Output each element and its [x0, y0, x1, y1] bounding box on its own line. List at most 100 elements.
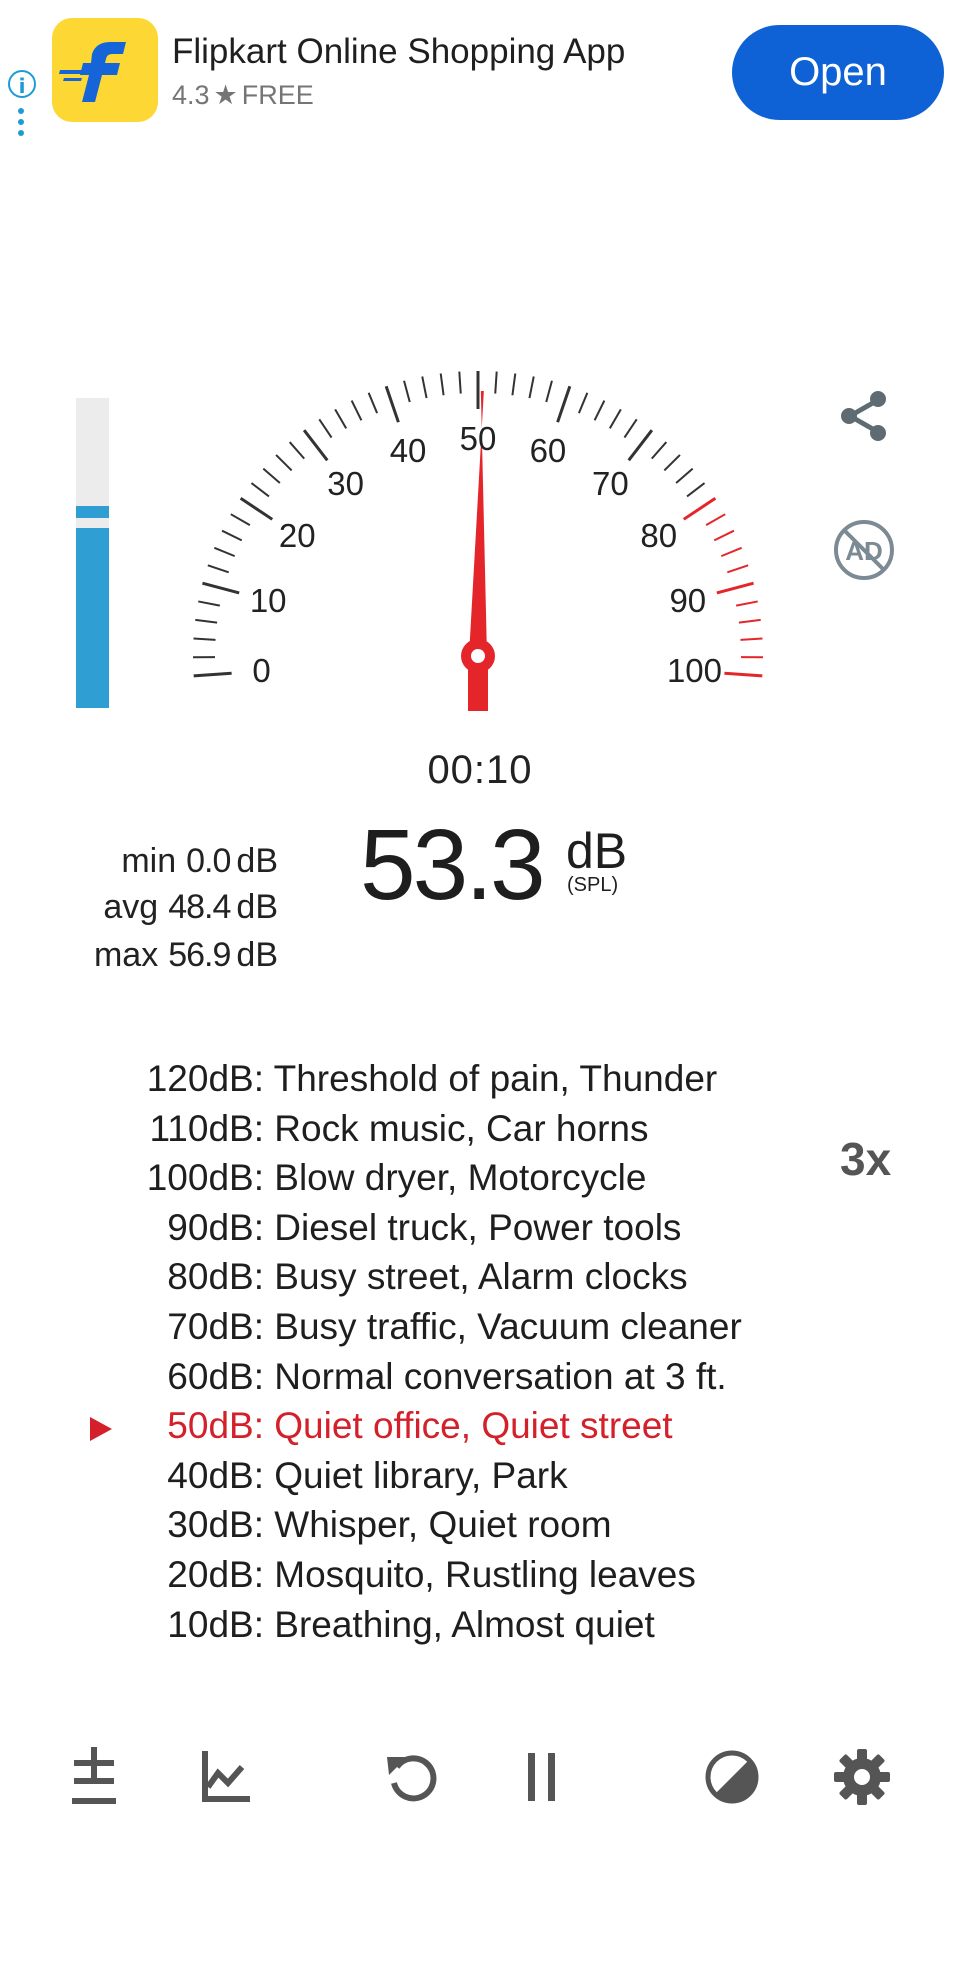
reference-row-level: 60dB:	[167, 1355, 264, 1397]
share-icon[interactable]	[836, 388, 892, 444]
gauge-minor-tick	[367, 392, 379, 414]
gauge-minor-tick	[545, 380, 553, 403]
reference-row-level: 30dB:	[167, 1504, 264, 1546]
plus-minus-icon[interactable]	[64, 1747, 124, 1807]
gauge-major-tick	[716, 581, 754, 595]
ad-menu-icon[interactable]	[18, 108, 26, 141]
reference-row: 20dB: Mosquito, Rustling leaves	[110, 1554, 696, 1596]
gauge-minor-tick	[663, 454, 681, 472]
gauge-label: 60	[529, 431, 567, 469]
gauge-minor-tick	[686, 482, 706, 498]
reference-row-level: 20dB:	[167, 1554, 264, 1595]
gauge-minor-tick	[350, 400, 363, 421]
pause-icon[interactable]	[512, 1747, 572, 1807]
sound-gauge: 0 10 20 30 40 50 60 70 80 90 100	[160, 340, 800, 740]
no-ads-icon[interactable]: AD	[832, 518, 896, 582]
settings-icon[interactable]	[832, 1747, 892, 1807]
gauge-major-tick	[384, 385, 400, 423]
stat-value: 48.4	[168, 888, 231, 926]
reference-row: 80dB: Busy street, Alarm clocks	[110, 1256, 688, 1298]
gauge-minor-tick	[230, 513, 251, 527]
gauge-label: 30	[327, 465, 364, 503]
gauge-minor-tick	[528, 376, 535, 399]
gauge-minor-tick	[195, 618, 218, 624]
elapsed-timer: 00:10	[427, 748, 533, 792]
gauge-major-tick	[193, 671, 232, 678]
reference-row-level: 70dB:	[167, 1306, 264, 1347]
gauge-minor-tick	[675, 467, 694, 484]
reference-row-description: Normal conversation at 3 ft.	[274, 1355, 727, 1397]
gauge-minor-tick	[250, 482, 270, 498]
speed-multiplier[interactable]: 3x	[840, 1132, 891, 1186]
gauge-minor-tick	[213, 546, 236, 558]
gauge-minor-tick	[421, 376, 428, 399]
reference-row-description: Quiet library, Park	[274, 1454, 568, 1496]
reference-row: 70dB: Busy traffic, Vacuum cleaner	[110, 1306, 742, 1348]
gauge-minor-tick	[720, 546, 743, 558]
stat-max: max 56.9 dB	[94, 936, 278, 975]
gauge-label: 10	[249, 581, 287, 619]
reference-row-description: Busy traffic, Vacuum cleaner	[274, 1306, 742, 1347]
current-level-value: 53.3	[360, 809, 546, 921]
gauge-minor-tick	[738, 618, 761, 624]
reference-row-description: Blow dryer, Motorcycle	[274, 1157, 647, 1199]
gauge-minor-tick	[705, 513, 726, 527]
level-bar	[76, 398, 109, 708]
gauge-minor-tick	[334, 408, 348, 429]
stat-value: 56.9	[168, 936, 231, 974]
gauge-minor-tick	[713, 529, 735, 542]
gauge-major-tick	[556, 385, 572, 423]
gauge-label: 50	[459, 420, 497, 457]
current-level-unit: dB	[566, 823, 628, 879]
gauge-label: 80	[640, 516, 678, 554]
stat-label: min	[121, 842, 177, 880]
gauge-minor-tick	[740, 637, 763, 641]
reference-row-level: 80dB:	[167, 1256, 264, 1298]
gauge-major-tick	[202, 581, 240, 595]
gauge-minor-tick	[221, 529, 243, 542]
reference-row-description: Diesel truck, Power tools	[274, 1206, 682, 1248]
rating-value: 4.3	[172, 80, 210, 110]
reference-row: 110dB: Rock music, Car horns	[110, 1107, 649, 1150]
stat-value: 0.0	[186, 842, 231, 880]
ad-app-rating: 4.3 ★ FREE	[172, 80, 314, 111]
reference-row: 10dB: Breathing, Almost quiet	[110, 1603, 655, 1646]
gauge-minor-tick	[193, 637, 216, 641]
reference-row-description: Busy street, Alarm clocks	[274, 1256, 688, 1298]
reference-row: 100dB: Blow dryer, Motorcycle	[110, 1157, 647, 1199]
reference-row: 60dB: Normal conversation at 3 ft.	[110, 1355, 727, 1398]
reference-row-level: 110dB:	[149, 1107, 264, 1149]
ad-app-title[interactable]: Flipkart Online Shopping App	[172, 32, 625, 72]
reference-row: 30dB: Whisper, Quiet room	[110, 1504, 612, 1546]
star-icon: ★	[213, 80, 238, 110]
reference-row: 120dB: Threshold of pain, Thunder	[110, 1058, 718, 1100]
gauge-minor-tick	[288, 441, 305, 460]
gauge-label: 0	[252, 652, 271, 690]
reference-row: 40dB: Quiet library, Park	[110, 1454, 568, 1497]
gauge-minor-tick	[439, 373, 445, 396]
stat-min: min 0.0 dB	[121, 842, 278, 881]
ad-info-icon[interactable]: i	[8, 70, 36, 98]
stat-unit: dB	[236, 936, 278, 974]
gauge-minor-tick	[651, 441, 668, 460]
reference-row-description: Breathing, Almost quiet	[274, 1603, 655, 1645]
gauge-minor-tick	[593, 400, 606, 421]
reference-row-level: 100dB:	[146, 1157, 264, 1199]
ad-open-button[interactable]: Open	[732, 25, 944, 120]
chart-icon[interactable]	[196, 1747, 256, 1807]
reference-row-level: 10dB:	[167, 1603, 264, 1645]
theme-icon[interactable]	[702, 1747, 762, 1807]
stat-label: avg	[103, 888, 159, 926]
reference-row-level: 40dB:	[167, 1454, 264, 1496]
gauge-minor-tick	[735, 600, 758, 607]
gauge-label: 90	[669, 581, 707, 619]
gauge-minor-tick	[608, 408, 622, 429]
reset-icon[interactable]	[382, 1747, 442, 1807]
reference-row-description: Rock music, Car horns	[274, 1107, 649, 1149]
flipkart-logo-icon[interactable]	[52, 18, 158, 122]
stat-avg: avg 48.4 dB	[103, 888, 278, 927]
gauge-major-tick	[302, 429, 329, 462]
reference-row-level: 120dB:	[146, 1058, 264, 1099]
reference-row-description: Whisper, Quiet room	[274, 1504, 612, 1546]
reference-row-level: 90dB:	[167, 1206, 264, 1248]
